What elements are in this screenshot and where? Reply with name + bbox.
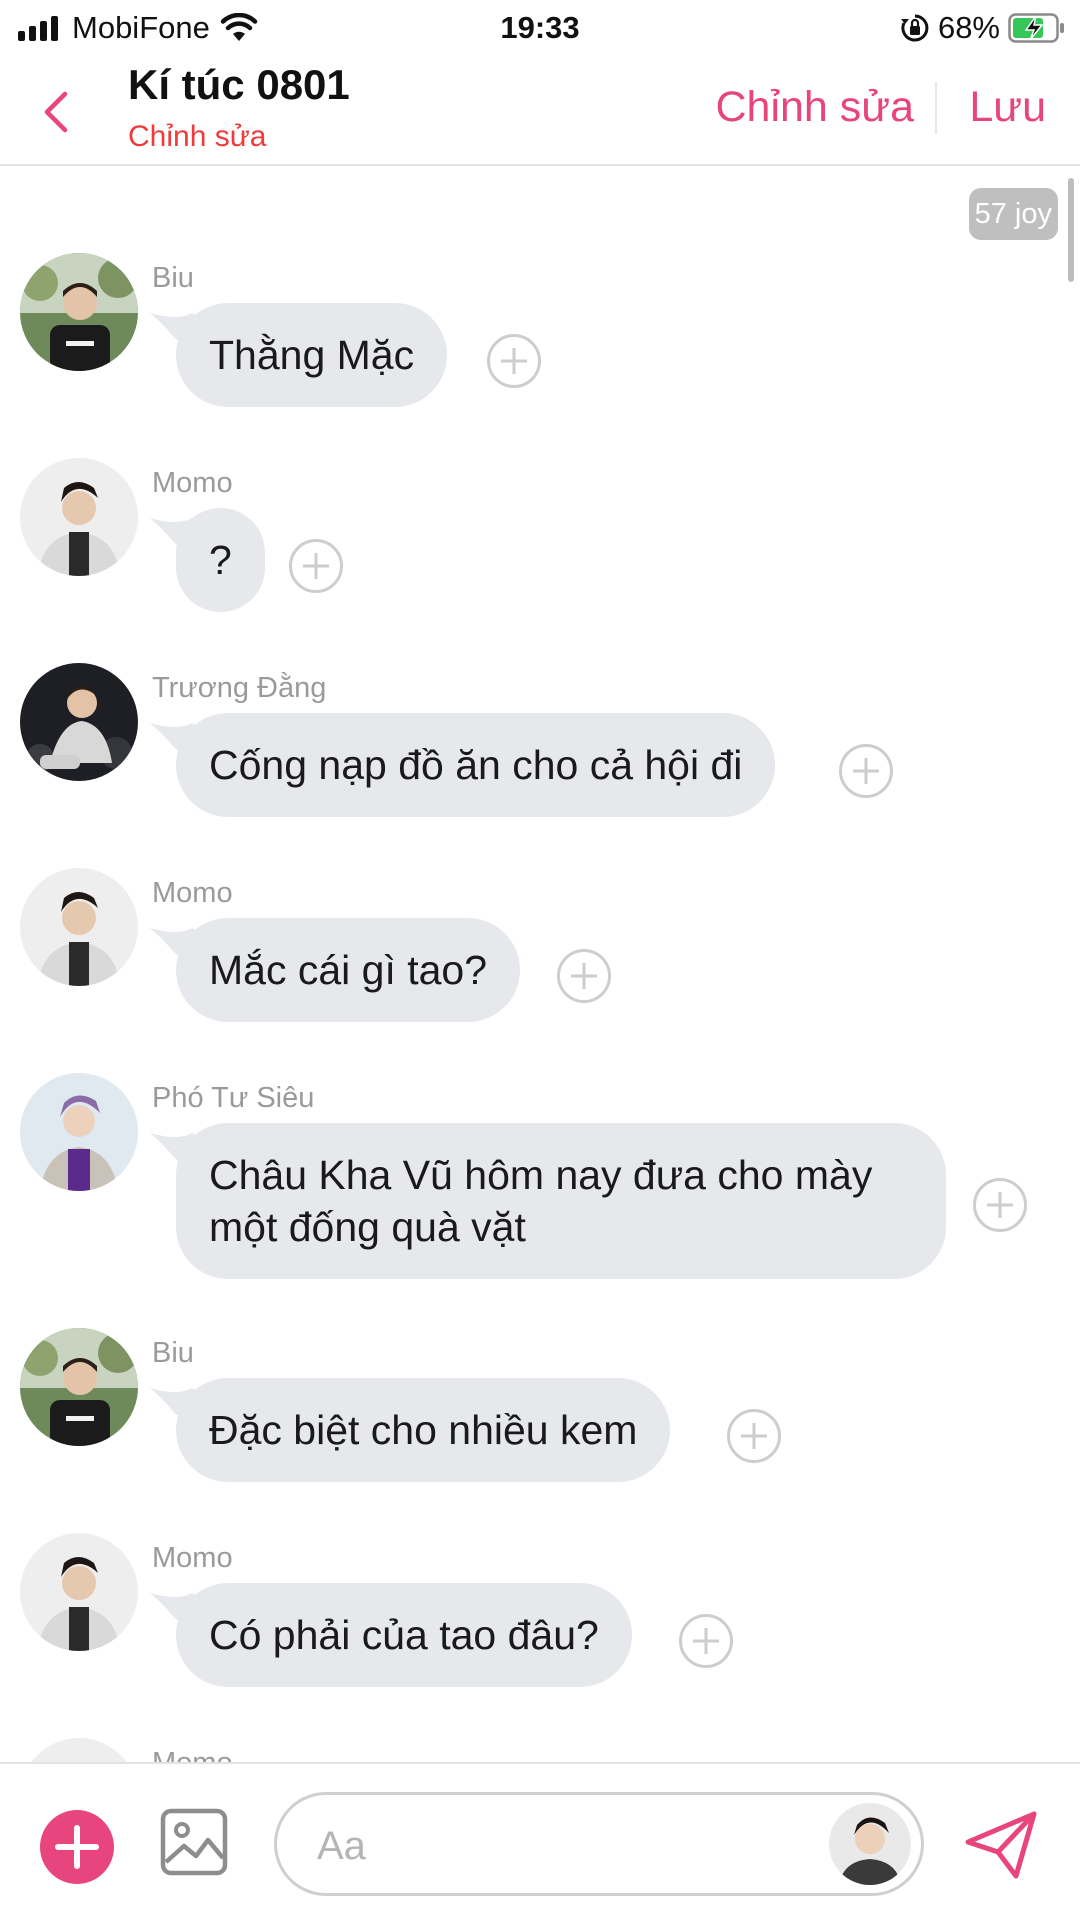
message-bubble[interactable]: Cống nạp đồ ăn cho cả hội đi — [176, 713, 776, 817]
save-button[interactable]: Lưu — [969, 82, 1046, 132]
sender-name: Momo — [152, 1542, 233, 1574]
scrollbar[interactable] — [1068, 178, 1074, 282]
message-bubble[interactable]: Đặc biệt cho nhiều kem — [176, 1378, 671, 1482]
plus-circle-icon[interactable] — [972, 1177, 1028, 1233]
sender-name: Momo — [152, 467, 233, 499]
chat-screen: MobiFone 19:33 68% Kí túc 0801 Chỉnh sửa… — [0, 0, 1080, 1920]
message-input[interactable]: Aa — [274, 1792, 924, 1896]
persona-avatar[interactable] — [829, 1803, 911, 1885]
chevron-left-icon — [44, 91, 68, 133]
joy-badge: 57 joy — [968, 188, 1058, 240]
image-icon[interactable] — [160, 1808, 228, 1876]
plus-circle-icon[interactable] — [838, 743, 894, 799]
plus-circle-icon[interactable] — [726, 1408, 782, 1464]
avatar[interactable] — [20, 663, 138, 781]
sender-name: Trương Đằng — [152, 672, 327, 704]
message-bubble[interactable]: ? — [176, 508, 265, 612]
battery-charging-icon — [1008, 13, 1064, 43]
avatar[interactable] — [20, 1738, 138, 1762]
header-divider — [935, 82, 937, 134]
plus-circle-icon[interactable] — [678, 1613, 734, 1669]
status-right: 68% — [900, 8, 1066, 48]
add-icon — [55, 1825, 99, 1869]
edit-button[interactable]: Chỉnh sửa — [716, 82, 915, 132]
avatar[interactable] — [20, 1328, 138, 1446]
battery-percentage: 68% — [937, 10, 1000, 45]
sender-name: Momo — [152, 1746, 233, 1762]
orientation-lock-icon — [900, 14, 929, 42]
message-list[interactable]: 57 joy Biu Thằng Mặc Momo ? Trương Đằng … — [0, 168, 1080, 1762]
sender-name: Biu — [152, 1337, 194, 1369]
conversation-title: Kí túc 0801 — [128, 61, 350, 108]
sender-name: Biu — [152, 262, 194, 294]
add-button[interactable] — [40, 1810, 114, 1884]
avatar[interactable] — [20, 1073, 138, 1191]
back-button[interactable] — [30, 82, 82, 142]
sender-name: Phó Tư Siêu — [152, 1082, 315, 1114]
message-bubble[interactable]: Có phải của tao đâu? — [176, 1583, 632, 1687]
send-icon[interactable] — [964, 1808, 1038, 1882]
edit-subtitle-link[interactable]: Chỉnh sửa — [128, 120, 267, 154]
sender-name: Momo — [152, 877, 233, 909]
plus-circle-icon[interactable] — [288, 538, 344, 594]
composer-bar: Aa — [0, 1762, 1080, 1920]
plus-circle-icon[interactable] — [556, 948, 612, 1004]
message-input-placeholder: Aa — [317, 1824, 366, 1868]
status-bar: MobiFone 19:33 68% — [0, 0, 1080, 62]
message-bubble[interactable]: Châu Kha Vũ hôm nay đưa cho mày một đống… — [176, 1123, 946, 1279]
avatar[interactable] — [20, 868, 138, 986]
conversation-header: Kí túc 0801 Chỉnh sửa Chỉnh sửa Lưu — [0, 62, 1080, 166]
message-bubble[interactable]: Thằng Mặc — [176, 303, 448, 407]
avatar[interactable] — [20, 253, 138, 371]
avatar[interactable] — [20, 458, 138, 576]
avatar[interactable] — [20, 1533, 138, 1651]
message-bubble[interactable]: Mắc cái gì tao? — [176, 918, 521, 1022]
plus-circle-icon[interactable] — [486, 333, 542, 389]
